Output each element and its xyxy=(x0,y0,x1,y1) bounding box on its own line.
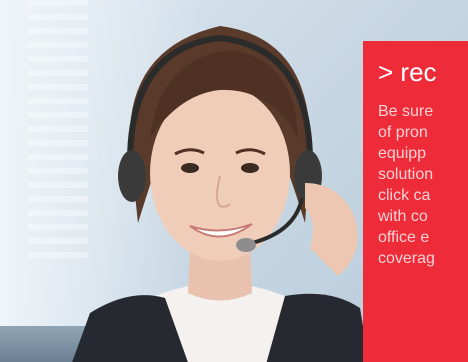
panel-body-line: office e xyxy=(378,229,430,246)
panel-body-line: Be sure xyxy=(378,103,434,120)
right-eye xyxy=(241,163,259,173)
panel-title: > rec xyxy=(378,57,437,87)
panel-body-line: of pron xyxy=(378,124,428,141)
panel-body-line: solution xyxy=(378,166,434,183)
mic xyxy=(236,238,256,252)
left-earcup xyxy=(118,150,146,202)
left-eye xyxy=(181,163,199,173)
panel-body-line: with co xyxy=(378,208,428,225)
woman-with-headset-illustration xyxy=(72,26,369,362)
page: > rec Be sure of pron equipp solution cl… xyxy=(0,0,468,362)
hand xyxy=(305,183,358,276)
info-panel: > rec Be sure of pron equipp solution cl… xyxy=(363,41,468,362)
panel-body-line: coverag xyxy=(378,250,435,267)
panel-body-line: click ca xyxy=(378,187,431,204)
panel-body: Be sure of pron equipp solution click ca… xyxy=(378,101,468,269)
panel-body-line: equipp xyxy=(378,145,427,162)
